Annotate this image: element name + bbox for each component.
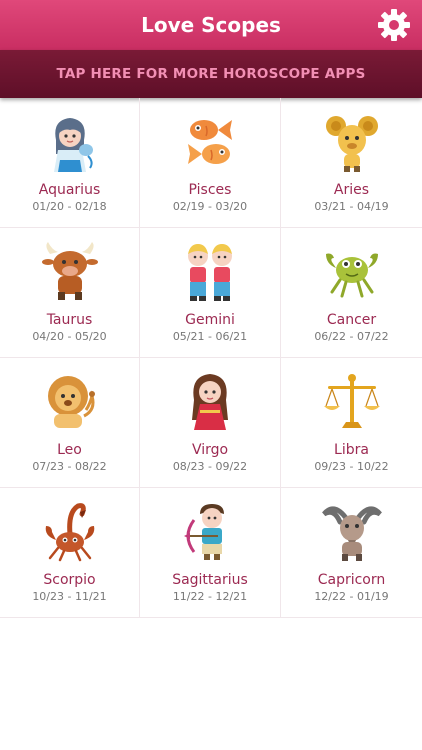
sagittarius-icon [178,500,242,564]
sign-name: Taurus [46,312,93,328]
sign-virgo[interactable]: Virgo 08/23 - 09/22 [140,358,281,488]
capricorn-icon [320,500,384,564]
virgo-icon [178,370,242,434]
sign-name: Scorpio [43,572,96,588]
sign-sagittarius[interactable]: Sagittarius 11/22 - 12/21 [140,488,281,618]
leo-icon [38,370,102,434]
sign-dates: 03/21 - 04/19 [314,200,389,213]
sign-taurus[interactable]: Taurus 04/20 - 05/20 [0,228,140,358]
sign-name: Pisces [188,182,232,198]
sign-name: Leo [57,442,82,458]
aquarius-icon [38,110,102,174]
sign-scorpio[interactable]: Scorpio 10/23 - 11/21 [0,488,140,618]
gear-icon [378,9,410,41]
sign-cancer[interactable]: Cancer 06/22 - 07/22 [281,228,422,358]
more-apps-label: TAP HERE FOR MORE HOROSCOPE APPS [56,66,366,82]
sign-dates: 07/23 - 08/22 [32,460,107,473]
sign-dates: 02/19 - 03/20 [172,200,248,213]
sign-libra[interactable]: Libra 09/23 - 10/22 [281,358,422,488]
sign-dates: 08/23 - 09/22 [172,460,248,473]
sign-gemini[interactable]: Gemini 05/21 - 06/21 [140,228,281,358]
scorpio-icon [38,500,102,564]
sign-aries[interactable]: Aries 03/21 - 04/19 [281,98,422,228]
sign-aquarius[interactable]: Aquarius 01/20 - 02/18 [0,98,140,228]
sign-name: Capricorn [317,572,386,588]
sign-dates: 10/23 - 11/21 [32,590,107,603]
sign-name: Gemini [185,312,235,328]
settings-button[interactable] [376,7,412,43]
libra-icon [320,370,384,434]
sign-leo[interactable]: Leo 07/23 - 08/22 [0,358,140,488]
cancer-icon [320,240,384,304]
sign-dates: 12/22 - 01/19 [314,590,389,603]
sign-capricorn[interactable]: Capricorn 12/22 - 01/19 [281,488,422,618]
sign-name: Aries [333,182,370,198]
taurus-icon [38,240,102,304]
sign-dates: 04/20 - 05/20 [32,330,107,343]
gemini-icon [178,240,242,304]
sign-dates: 09/23 - 10/22 [314,460,389,473]
pisces-icon [178,110,242,174]
aries-icon [320,110,384,174]
sign-dates: 05/21 - 06/21 [172,330,248,343]
app-header: Love Scopes [0,0,422,50]
app-title: Love Scopes [141,13,281,37]
sign-name: Sagittarius [172,572,248,588]
sign-dates: 06/22 - 07/22 [314,330,389,343]
sign-pisces[interactable]: Pisces 02/19 - 03/20 [140,98,281,228]
zodiac-grid: Aquarius 01/20 - 02/18 Pisces 02/19 - 03… [0,98,422,618]
sign-dates: 11/22 - 12/21 [172,590,248,603]
sign-name: Virgo [191,442,229,458]
sign-name: Libra [334,442,369,458]
more-apps-banner[interactable]: TAP HERE FOR MORE HOROSCOPE APPS [0,50,422,98]
sign-dates: 01/20 - 02/18 [32,200,107,213]
sign-name: Aquarius [38,182,101,198]
sign-name: Cancer [326,312,377,328]
